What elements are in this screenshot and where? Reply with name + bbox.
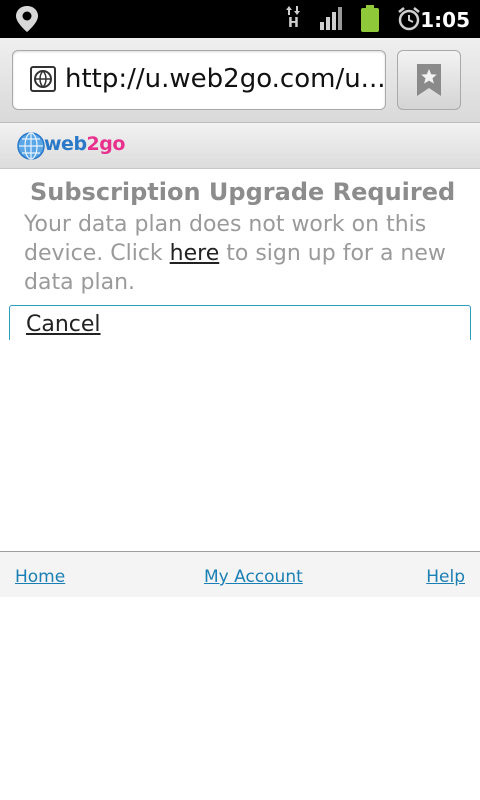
logo-text-web: web — [44, 133, 87, 155]
logo-text-2go: 2go — [86, 133, 126, 155]
signup-here-link[interactable]: here — [170, 241, 220, 266]
cancel-link[interactable]: Cancel — [26, 312, 101, 337]
location-pin-icon — [16, 6, 38, 32]
globe-logo-icon — [17, 132, 45, 160]
footer-home-link[interactable]: Home — [15, 567, 65, 587]
site-logo[interactable]: web2go — [44, 133, 125, 155]
alarm-clock-icon — [398, 7, 420, 31]
bookmark-star-icon — [417, 64, 441, 96]
site-header: web2go — [0, 123, 480, 169]
clock: 1:05 — [420, 8, 470, 32]
url-field[interactable]: http://u.web2go.com/u... — [12, 50, 386, 110]
signal-icon — [320, 7, 342, 30]
cancel-container: Cancel — [9, 305, 471, 340]
site-footer: Home My Account Help — [0, 551, 480, 597]
bookmark-button[interactable] — [397, 50, 461, 110]
upgrade-message: Your data plan does not work on this dev… — [24, 210, 464, 297]
status-bar: H 1:05 — [0, 0, 480, 38]
network-type-label: H — [288, 16, 299, 31]
page-title: Subscription Upgrade Required — [30, 178, 456, 206]
footer-my-account-link[interactable]: My Account — [204, 567, 303, 587]
globe-icon — [30, 66, 56, 92]
battery-icon — [361, 5, 379, 32]
url-text: http://u.web2go.com/u... — [65, 64, 386, 94]
footer-help-link[interactable]: Help — [426, 567, 465, 587]
browser-toolbar: http://u.web2go.com/u... — [0, 38, 480, 123]
